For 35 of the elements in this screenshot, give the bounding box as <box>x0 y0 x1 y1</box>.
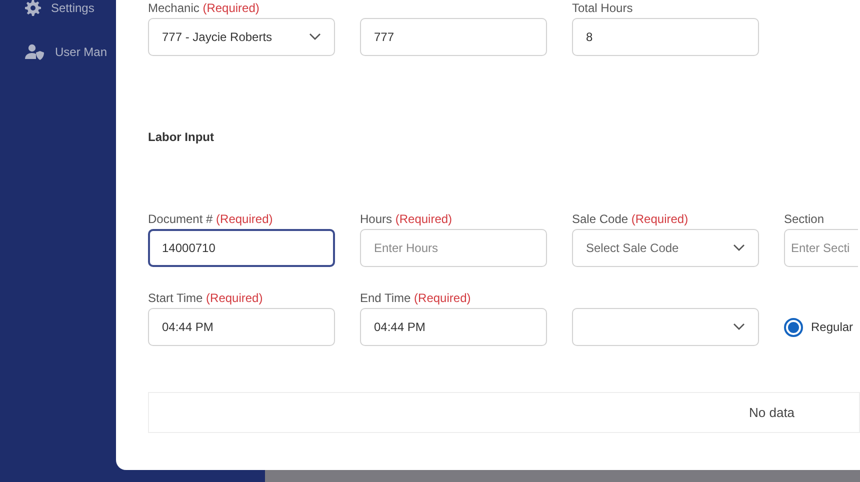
section-title: Labor Input <box>148 129 215 146</box>
field-label: Mechanic <box>148 1 200 15</box>
field-label: Section <box>784 212 824 226</box>
field-label: Total Hours <box>572 1 633 15</box>
empty-message: No data <box>749 404 795 422</box>
chevron-down-icon <box>733 323 745 331</box>
required-note: (Required) <box>202 1 260 15</box>
input-field[interactable]: Enter Secti <box>784 229 858 267</box>
select-field[interactable] <box>572 308 759 346</box>
input-field[interactable]: Enter Hours <box>360 229 547 267</box>
settings-icon <box>25 0 41 16</box>
required-note: (Required) <box>206 291 263 305</box>
required-note: (Required) <box>395 212 452 226</box>
sidebar-item[interactable]: User Man <box>55 43 108 61</box>
select-field[interactable]: 777 - Jaycie Roberts <box>148 18 335 56</box>
radio-button[interactable] <box>784 318 803 336</box>
select-field[interactable]: Select Sale Code <box>572 229 759 267</box>
input-field[interactable]: 8 <box>572 18 759 56</box>
required-note: (Required) <box>631 212 688 226</box>
field-label: Start Time <box>148 291 203 305</box>
field-label: Document # <box>148 212 213 226</box>
radio-label: Regular <box>811 319 854 336</box>
required-note: (Required) <box>414 291 471 305</box>
user-shield-icon <box>25 44 45 60</box>
input-field[interactable]: 14000710 <box>148 229 335 267</box>
field-label: Hours <box>360 212 392 226</box>
required-note: (Required) <box>216 212 273 226</box>
chevron-down-icon <box>733 244 745 252</box>
chevron-down-icon <box>309 33 321 41</box>
field-label: End Time <box>360 291 411 305</box>
input-field[interactable]: 777 <box>360 18 547 56</box>
input-field[interactable]: 04:44 PM <box>360 308 547 346</box>
sidebar-item[interactable]: Settings <box>51 0 94 17</box>
field-label: Sale Code <box>572 212 628 226</box>
input-field[interactable]: 04:44 PM <box>148 308 335 346</box>
